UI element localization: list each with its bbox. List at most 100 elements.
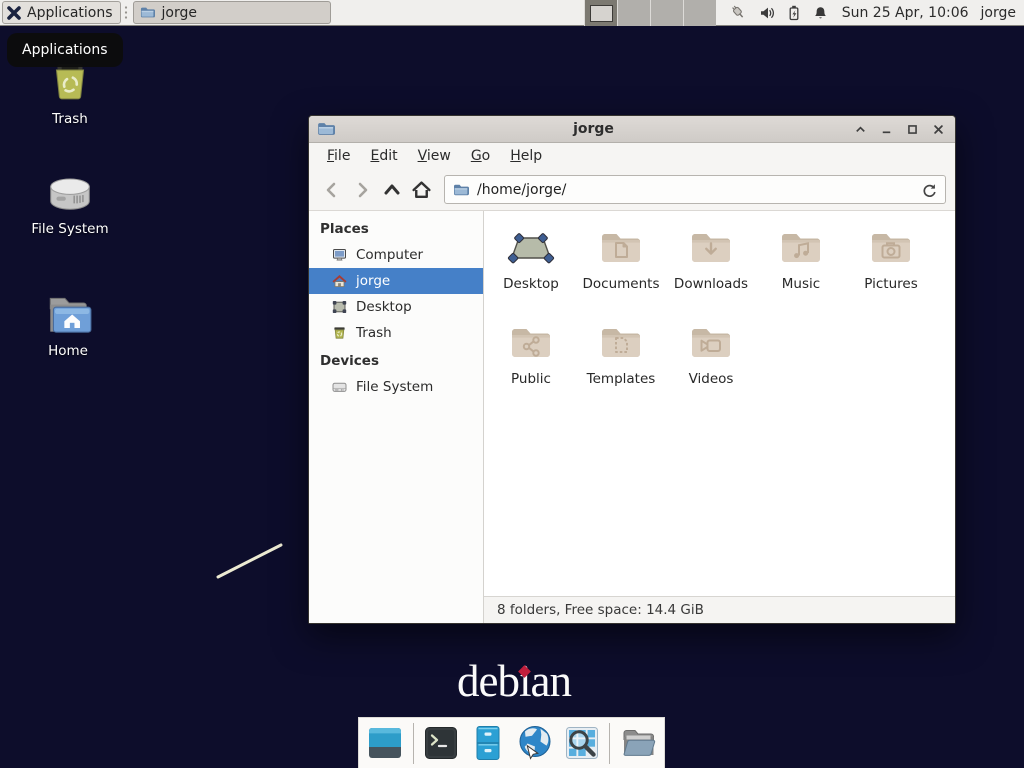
sidebar-item-filesystem[interactable]: File System: [309, 374, 483, 400]
workspace-2[interactable]: [617, 0, 650, 26]
window-body: Places Computer jorge Desktop: [309, 211, 955, 623]
downloads-folder-icon: [687, 225, 735, 273]
desktop-icon-home[interactable]: Home: [18, 292, 118, 359]
music-folder-icon: [777, 225, 825, 273]
applications-tooltip: Applications: [7, 33, 123, 67]
forward-button[interactable]: [348, 176, 375, 203]
documents-folder-icon: [597, 225, 645, 273]
workspace-3[interactable]: [650, 0, 683, 26]
back-button[interactable]: [318, 176, 345, 203]
applications-label: Applications: [27, 5, 113, 21]
file-label: Downloads: [674, 276, 748, 292]
sidebar-header-devices: Devices: [309, 346, 483, 374]
close-button[interactable]: [930, 121, 947, 138]
titlebar[interactable]: jorge: [309, 116, 955, 143]
status-bar: 8 folders, Free space: 14.4 GiB: [484, 596, 955, 623]
workspace-1[interactable]: [584, 0, 617, 26]
home-icon: [331, 273, 348, 289]
menu-view[interactable]: View: [408, 145, 461, 167]
file-label: Pictures: [864, 276, 917, 292]
dock-file-manager-icon[interactable]: [469, 723, 508, 764]
desktop-icon-trash[interactable]: Trash: [20, 60, 120, 127]
sidebar: Places Computer jorge Desktop: [309, 211, 484, 623]
menubar: File Edit View Go Help: [309, 143, 955, 169]
sidebar-item-computer[interactable]: Computer: [309, 242, 483, 268]
volume-icon[interactable]: [759, 5, 775, 21]
file-item-pictures[interactable]: Pictures: [846, 225, 936, 320]
sidebar-item-jorge[interactable]: jorge: [309, 268, 483, 294]
file-grid: Desktop Documents: [484, 211, 955, 596]
pictures-folder-icon: [867, 225, 915, 273]
file-label: Documents: [583, 276, 660, 292]
main-column: Desktop Documents: [484, 211, 955, 623]
drive-icon: [331, 379, 348, 395]
path-field[interactable]: /home/jorge/: [444, 175, 946, 204]
dock-terminal-icon[interactable]: [422, 723, 461, 764]
sidebar-label: Trash: [356, 325, 392, 341]
file-label: Desktop: [503, 276, 559, 292]
filesystem-label: File System: [20, 221, 120, 237]
clock[interactable]: Sun 25 Apr, 10:06: [842, 5, 969, 21]
trash-small-icon: [331, 325, 348, 341]
menu-file[interactable]: File: [317, 145, 360, 167]
workspace-switcher: [584, 0, 716, 26]
dock-show-desktop-icon[interactable]: [366, 723, 405, 764]
trash-label: Trash: [20, 111, 120, 127]
debian-logo: debian: [457, 659, 571, 704]
dock-folder-icon[interactable]: [618, 723, 657, 764]
dock-separator: [609, 723, 610, 764]
menu-edit[interactable]: Edit: [360, 145, 407, 167]
file-label: Videos: [689, 371, 734, 387]
workspace-4[interactable]: [683, 0, 716, 26]
desktop-folder-icon: [507, 225, 555, 273]
sidebar-label: Desktop: [356, 299, 412, 315]
panel-grip[interactable]: [123, 5, 129, 21]
desktop-icon-filesystem[interactable]: File System: [20, 172, 120, 237]
file-label: Music: [782, 276, 820, 292]
taskbar-button-jorge[interactable]: jorge: [133, 1, 331, 24]
panel-username[interactable]: jorge: [981, 5, 1016, 21]
reload-icon[interactable]: [921, 182, 937, 198]
shade-button[interactable]: [852, 121, 869, 138]
power-plug-icon[interactable]: [730, 4, 747, 21]
sidebar-item-trash[interactable]: Trash: [309, 320, 483, 346]
applications-button[interactable]: Applications: [2, 1, 121, 24]
system-tray: [730, 4, 828, 21]
toolbar: /home/jorge/: [309, 169, 955, 211]
file-item-documents[interactable]: Documents: [576, 225, 666, 320]
file-label: Templates: [587, 371, 656, 387]
window-folder-icon: [317, 120, 335, 138]
file-item-public[interactable]: Public: [486, 320, 576, 415]
taskbar-window-label: jorge: [162, 5, 197, 21]
home-folder-icon: [43, 292, 93, 338]
file-item-videos[interactable]: Videos: [666, 320, 756, 415]
notifications-bell-icon[interactable]: [813, 5, 828, 21]
sidebar-item-desktop[interactable]: Desktop: [309, 294, 483, 320]
dock-app-finder-icon[interactable]: [562, 723, 601, 764]
workspace-window-thumb: [590, 5, 613, 22]
sidebar-label: jorge: [356, 273, 390, 289]
menu-help[interactable]: Help: [500, 145, 552, 167]
menu-go[interactable]: Go: [461, 145, 500, 167]
file-item-templates[interactable]: Templates: [576, 320, 666, 415]
stray-line-artifact: [210, 538, 292, 584]
public-folder-icon: [507, 320, 555, 368]
status-text: 8 folders, Free space: 14.4 GiB: [497, 602, 704, 618]
home-button[interactable]: [408, 176, 435, 203]
folder-icon: [140, 5, 155, 20]
file-item-desktop[interactable]: Desktop: [486, 225, 576, 320]
maximize-button[interactable]: [904, 121, 921, 138]
templates-folder-icon: [597, 320, 645, 368]
minimize-button[interactable]: [878, 121, 895, 138]
file-item-music[interactable]: Music: [756, 225, 846, 320]
file-manager-window: jorge File Edit View Go Help: [308, 115, 956, 624]
path-text[interactable]: /home/jorge/: [477, 182, 913, 198]
battery-icon[interactable]: [787, 5, 801, 21]
file-item-downloads[interactable]: Downloads: [666, 225, 756, 320]
videos-folder-icon: [687, 320, 735, 368]
path-folder-icon: [453, 182, 469, 198]
sidebar-label: File System: [356, 379, 433, 395]
sidebar-label: Computer: [356, 247, 423, 263]
up-button[interactable]: [378, 176, 405, 203]
dock-web-browser-icon[interactable]: [516, 723, 555, 764]
